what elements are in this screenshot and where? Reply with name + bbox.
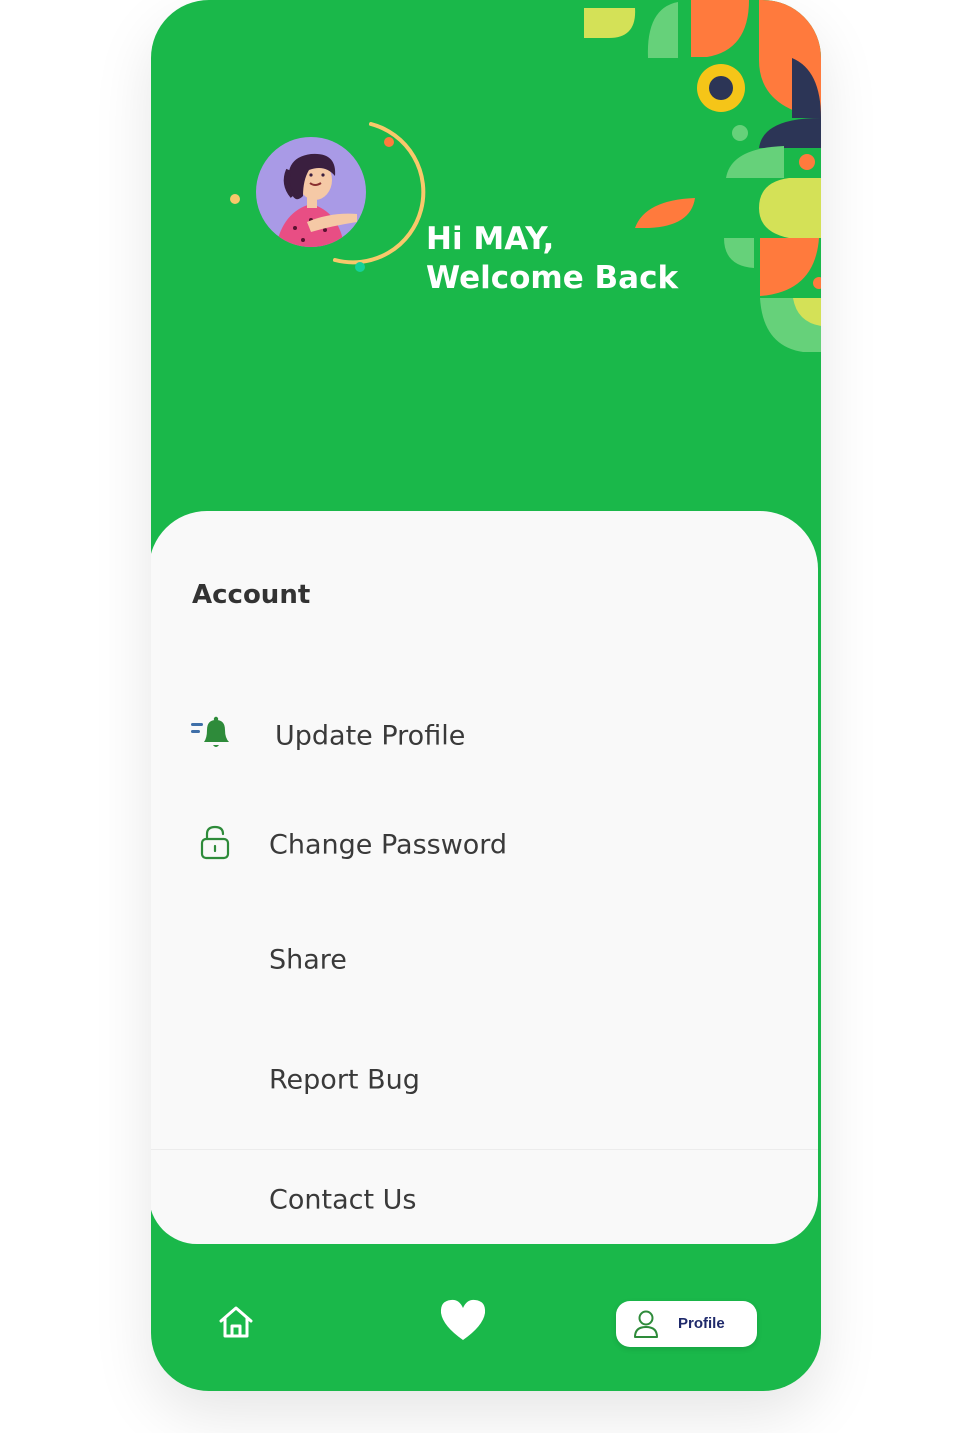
greeting-line2: Welcome Back — [426, 260, 679, 296]
menu-item-label: Update Profile — [275, 720, 466, 752]
menu-item-share[interactable]: Share — [151, 925, 818, 995]
heart-icon — [440, 1299, 486, 1340]
section-title-account: Account — [192, 580, 311, 610]
account-card: Account Update Profile Change Password S… — [151, 511, 818, 1244]
menu-item-label: Share — [269, 944, 347, 976]
nav-home-button[interactable] — [217, 1304, 255, 1340]
home-icon — [219, 1306, 253, 1338]
bottom-nav: Profile — [151, 1280, 821, 1370]
nav-profile-button[interactable]: Profile — [616, 1301, 757, 1347]
menu-item-report-bug[interactable]: Report Bug — [151, 1045, 818, 1115]
menu-item-label: Report Bug — [269, 1064, 420, 1096]
user-icon — [632, 1309, 660, 1343]
avatar-image — [230, 122, 426, 272]
menu-item-change-password[interactable]: Change Password — [151, 810, 818, 880]
nav-favorites-button[interactable] — [439, 1298, 487, 1342]
lock-icon — [200, 825, 230, 865]
divider — [151, 1149, 818, 1150]
menu-item-label: Contact Us — [269, 1184, 417, 1216]
menu-item-contact-us[interactable]: Contact Us — [151, 1165, 818, 1235]
menu-item-label: Change Password — [269, 829, 508, 861]
bell-icon — [191, 716, 233, 756]
greeting-line1: Hi MAY, — [426, 221, 555, 257]
welcome-greeting: Hi MAY, Welcome Back — [426, 220, 678, 298]
avatar[interactable] — [211, 100, 451, 300]
phone-screen: Hi MAY, Welcome Back Account Update Prof… — [151, 0, 821, 1391]
menu-item-update-profile[interactable]: Update Profile — [151, 701, 818, 771]
nav-profile-label: Profile — [678, 1315, 725, 1332]
